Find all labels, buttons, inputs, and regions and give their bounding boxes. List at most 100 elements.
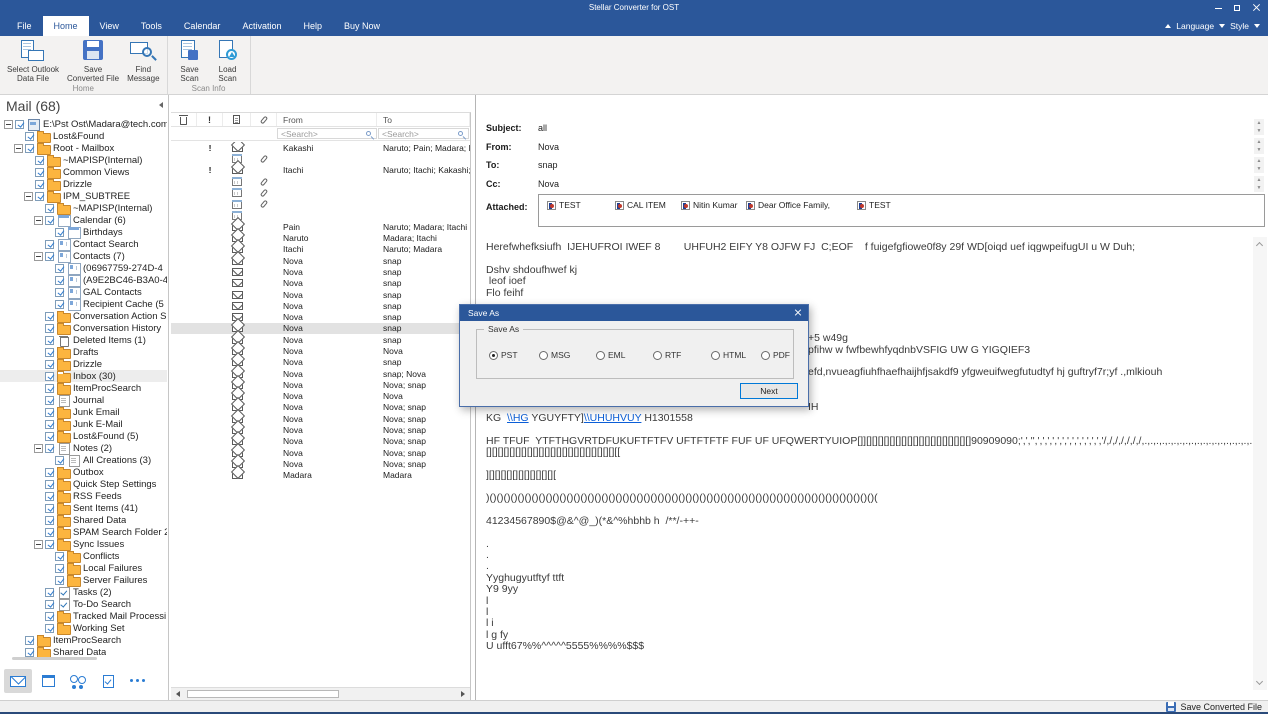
checkbox-icon[interactable] bbox=[55, 575, 64, 585]
checkbox-icon[interactable] bbox=[45, 515, 54, 525]
spin-up-icon[interactable]: ▲ bbox=[1254, 138, 1264, 146]
calendar-nav-button[interactable] bbox=[34, 669, 62, 693]
unc-link[interactable]: \\HG bbox=[507, 413, 529, 424]
checkbox-icon[interactable] bbox=[55, 563, 64, 573]
scroll-right-icon[interactable] bbox=[461, 691, 465, 697]
collapse-ribbon-icon[interactable] bbox=[1165, 24, 1172, 28]
checkbox-icon[interactable] bbox=[45, 347, 54, 357]
checkbox-icon[interactable] bbox=[45, 527, 54, 537]
tree-item-root-mailbox[interactable]: Root - Mailbox bbox=[0, 142, 167, 155]
checkbox-icon[interactable] bbox=[45, 239, 54, 249]
to-search-input[interactable]: <Search> bbox=[378, 128, 469, 139]
expander-icon[interactable] bbox=[34, 443, 43, 453]
tree-item-birthdays[interactable]: Birthdays bbox=[0, 226, 167, 239]
tree-item-all-creations-3[interactable]: All Creations (3) bbox=[0, 454, 167, 467]
tree-item-sync-issues[interactable]: Sync Issues bbox=[0, 538, 167, 551]
checkbox-icon[interactable] bbox=[55, 455, 64, 465]
tree-item-shared-data[interactable]: Shared Data bbox=[0, 514, 167, 527]
tree-item-working-set[interactable]: Working Set bbox=[0, 622, 167, 635]
expander-icon[interactable] bbox=[34, 251, 43, 261]
tree-item-to-do-search[interactable]: To-Do Search bbox=[0, 598, 167, 611]
save-scan-button[interactable]: Save Scan bbox=[171, 38, 209, 84]
expander-icon[interactable] bbox=[4, 119, 13, 129]
checkbox-icon[interactable] bbox=[55, 299, 64, 309]
message-row[interactable]: Nova snap bbox=[171, 266, 470, 277]
tree-item-outbox[interactable]: Outbox bbox=[0, 466, 167, 479]
checkbox-icon[interactable] bbox=[45, 443, 54, 453]
tree-hscroll-thumb[interactable] bbox=[12, 657, 97, 660]
tree-item-ipm-subtree[interactable]: IPM_SUBTREE bbox=[0, 190, 167, 203]
tree-item-rss-feeds[interactable]: RSS Feeds bbox=[0, 490, 167, 503]
message-row[interactable]: Nova Nova bbox=[171, 391, 470, 402]
menu-tab-file[interactable]: File bbox=[6, 16, 43, 36]
checkbox-icon[interactable] bbox=[45, 251, 54, 261]
checkbox-icon[interactable] bbox=[55, 287, 64, 297]
checkbox-icon[interactable] bbox=[45, 599, 54, 609]
checkbox-icon[interactable] bbox=[25, 635, 34, 645]
tree-item-tasks-2[interactable]: Tasks (2) bbox=[0, 586, 167, 599]
checkbox-icon[interactable] bbox=[45, 311, 54, 321]
tree-item-common-views[interactable]: Common Views bbox=[0, 166, 167, 179]
delete-column-header[interactable] bbox=[171, 113, 197, 126]
attachment-test[interactable]: TEST bbox=[857, 200, 891, 210]
message-row[interactable]: Pain Naruto; Madara; Itachi bbox=[171, 221, 470, 232]
tree-item-drizzle[interactable]: Drizzle bbox=[0, 178, 167, 191]
message-row[interactable]: Naruto Madara; Itachi bbox=[171, 232, 470, 243]
message-row[interactable] bbox=[171, 198, 470, 209]
tree-item-inbox-30[interactable]: Inbox (30) bbox=[0, 370, 167, 383]
menu-tab-activation[interactable]: Activation bbox=[231, 16, 292, 36]
from-column-header[interactable]: From bbox=[277, 113, 377, 126]
menu-tab-help[interactable]: Help bbox=[292, 16, 333, 36]
message-row[interactable]: Nova Nova bbox=[171, 345, 470, 356]
checkbox-icon[interactable] bbox=[55, 263, 64, 273]
checkbox-icon[interactable] bbox=[45, 215, 54, 225]
checkbox-icon[interactable] bbox=[45, 335, 54, 345]
menu-tab-buy-now[interactable]: Buy Now bbox=[333, 16, 391, 36]
spin-down-icon[interactable]: ▼ bbox=[1254, 127, 1264, 135]
unc-link[interactable]: \\UHUHVUY bbox=[584, 413, 642, 424]
tree-item-junk-email[interactable]: Junk Email bbox=[0, 406, 167, 419]
checkbox-icon[interactable] bbox=[35, 167, 44, 177]
next-button[interactable]: Next bbox=[740, 383, 798, 399]
tree-item-drizzle[interactable]: Drizzle bbox=[0, 358, 167, 371]
importance-column-header[interactable]: ! bbox=[197, 113, 223, 126]
tree-item-itemprocsearch[interactable]: ItemProcSearch bbox=[0, 634, 167, 647]
tree-item-a9e2bc46-b3a0-4[interactable]: (A9E2BC46-B3A0-4 bbox=[0, 274, 167, 287]
radio-eml[interactable]: EML bbox=[596, 350, 625, 360]
contacts-nav-button[interactable] bbox=[64, 669, 92, 693]
tree-item-calendar-6[interactable]: Calendar (6) bbox=[0, 214, 167, 227]
message-row[interactable]: ! Itachi Naruto; Itachi; Kakashi; Pain bbox=[171, 165, 470, 176]
checkbox-icon[interactable] bbox=[45, 503, 54, 513]
radio-html[interactable]: HTML bbox=[711, 350, 746, 360]
tree-item-mapisp-internal[interactable]: ~MAPISP(Internal) bbox=[0, 202, 167, 215]
menu-tab-home[interactable]: Home bbox=[42, 16, 89, 36]
radio-rtf[interactable]: RTF bbox=[653, 350, 681, 360]
message-row[interactable]: Nova snap bbox=[171, 334, 470, 345]
select-outlook-data-file-button[interactable]: Select Outlook Data File bbox=[3, 38, 63, 84]
type-column-header[interactable] bbox=[223, 113, 251, 126]
tree-item-tracked-mail-processi[interactable]: Tracked Mail Processi bbox=[0, 610, 167, 623]
expander-icon[interactable] bbox=[24, 191, 33, 201]
checkbox-icon[interactable] bbox=[35, 191, 44, 201]
tree-item-lost-found[interactable]: Lost&Found bbox=[0, 130, 167, 143]
tree-item-journal[interactable]: Journal bbox=[0, 394, 167, 407]
message-row[interactable]: Nova snap bbox=[171, 255, 470, 266]
message-row[interactable]: Itachi Naruto; Madara bbox=[171, 244, 470, 255]
expander-icon[interactable] bbox=[34, 539, 43, 549]
checkbox-icon[interactable] bbox=[45, 395, 54, 405]
checkbox-icon[interactable] bbox=[45, 383, 54, 393]
message-row[interactable]: Nova Nova; snap bbox=[171, 402, 470, 413]
checkbox-icon[interactable] bbox=[55, 551, 64, 561]
attachment-dear-office-family[interactable]: Dear Office Family, bbox=[746, 200, 830, 210]
radio-pst[interactable]: PST bbox=[489, 350, 518, 360]
expander-icon[interactable] bbox=[34, 215, 43, 225]
checkbox-icon[interactable] bbox=[45, 491, 54, 501]
checkbox-icon[interactable] bbox=[45, 467, 54, 477]
spin-up-icon[interactable]: ▲ bbox=[1254, 157, 1264, 165]
checkbox-icon[interactable] bbox=[55, 275, 64, 285]
checkbox-icon[interactable] bbox=[55, 227, 64, 237]
checkbox-icon[interactable] bbox=[45, 587, 54, 597]
checkbox-icon[interactable] bbox=[45, 623, 54, 633]
find-message-button[interactable]: Find Message bbox=[123, 38, 163, 84]
scroll-down-icon[interactable] bbox=[1255, 677, 1264, 686]
